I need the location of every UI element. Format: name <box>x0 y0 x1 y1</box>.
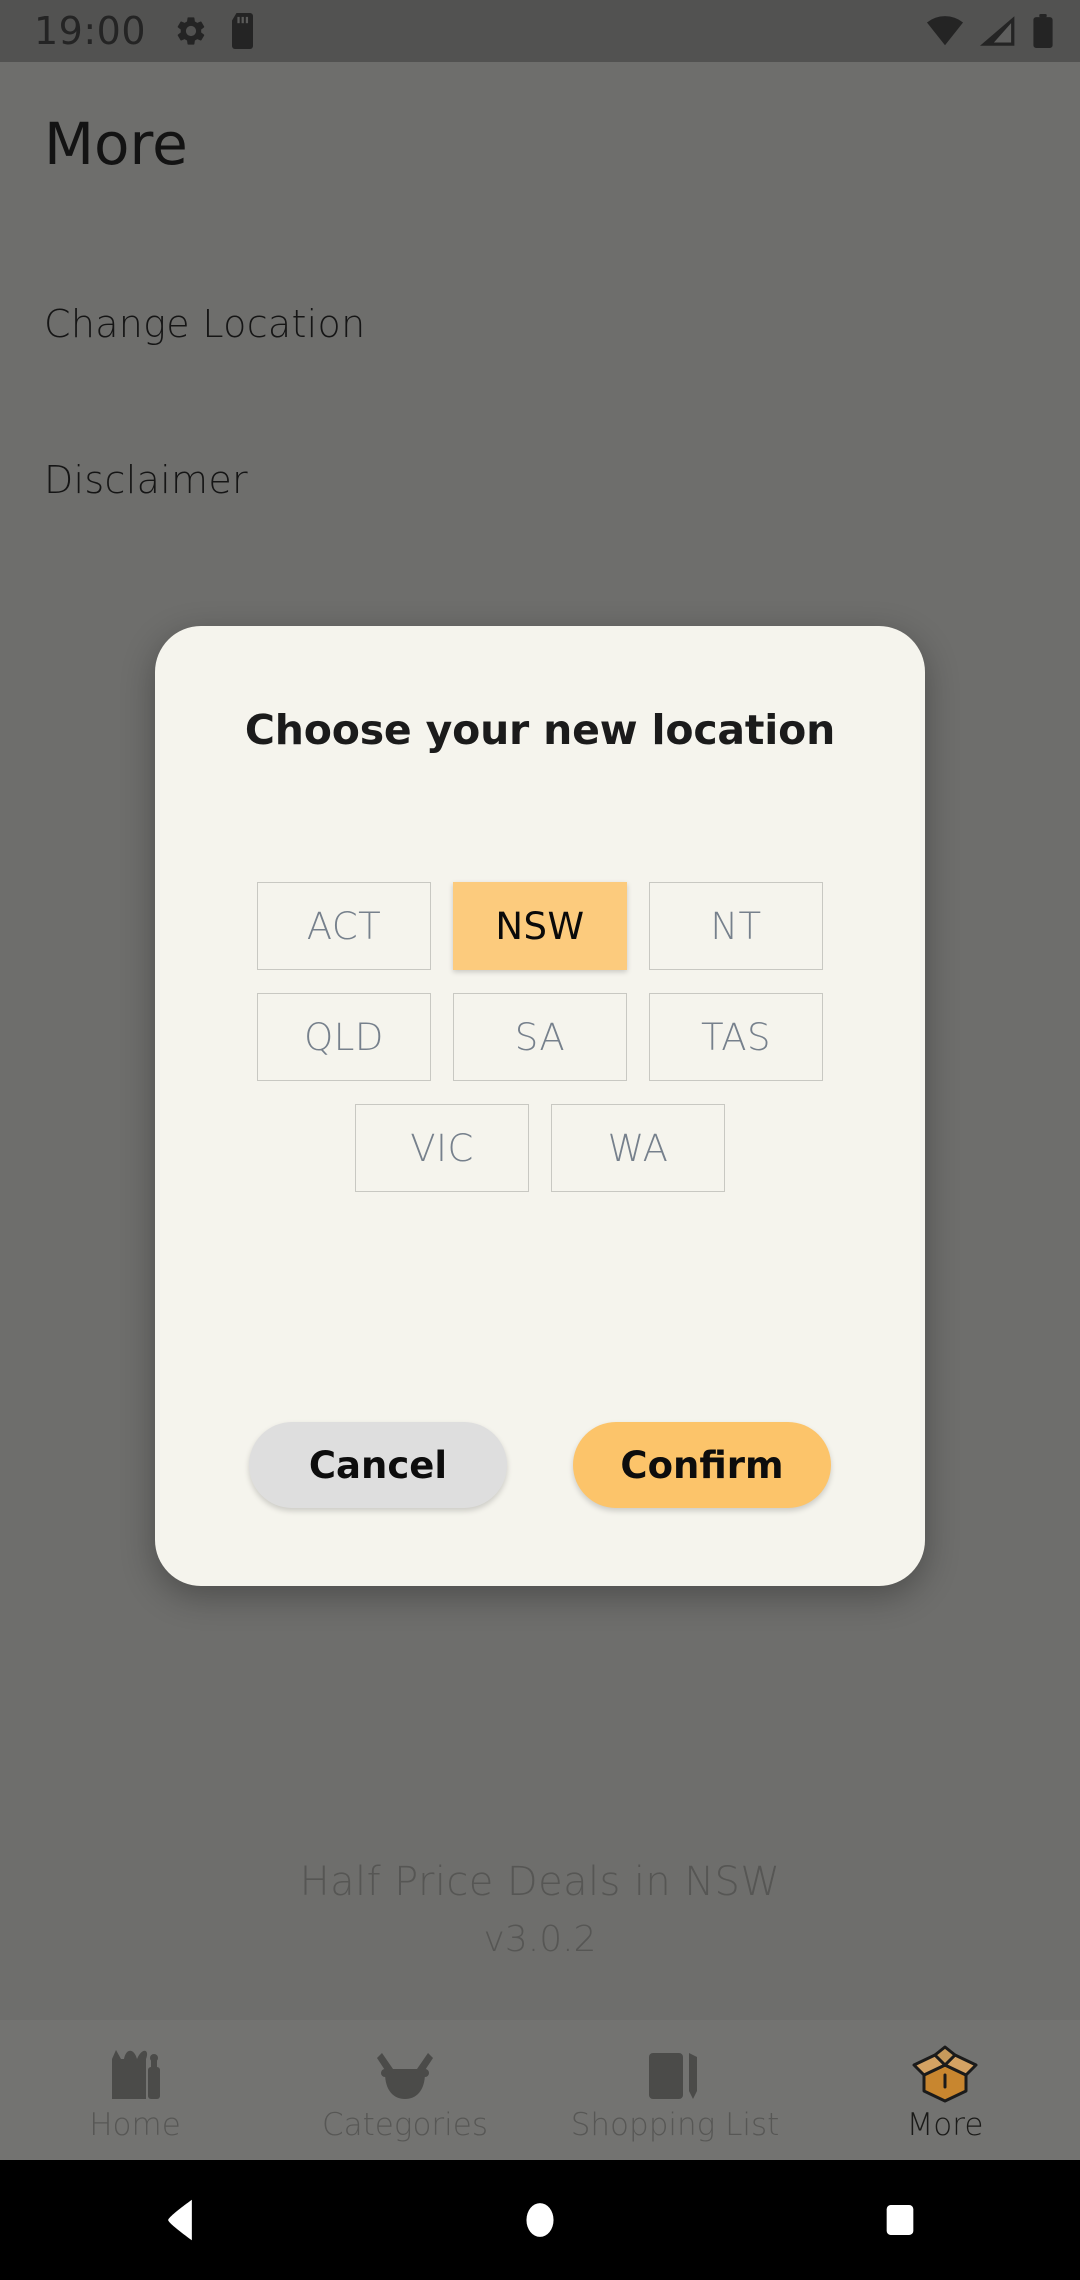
state-row-1: ACT NSW NT <box>155 882 925 970</box>
cancel-button[interactable]: Cancel <box>249 1422 507 1508</box>
back-icon[interactable] <box>0 2198 360 2242</box>
wifi-icon <box>926 16 964 46</box>
dialog-action-row: Cancel Confirm <box>155 1422 925 1508</box>
state-button-qld[interactable]: QLD <box>257 993 431 1081</box>
home-icon[interactable] <box>360 2198 720 2242</box>
state-button-tas[interactable]: TAS <box>649 993 823 1081</box>
status-left-icons <box>174 13 258 49</box>
status-clock: 19:00 <box>34 9 147 53</box>
status-right-icons <box>926 14 1054 48</box>
state-button-wa[interactable]: WA <box>551 1104 725 1192</box>
state-selector-grid: ACT NSW NT QLD SA TAS VIC WA <box>155 882 925 1215</box>
sd-card-icon <box>230 13 258 49</box>
recents-icon[interactable] <box>720 2198 1080 2242</box>
battery-icon <box>1032 14 1054 48</box>
change-location-dialog: Choose your new location ACT NSW NT QLD … <box>155 626 925 1586</box>
state-row-3: VIC WA <box>155 1104 925 1192</box>
state-button-act[interactable]: ACT <box>257 882 431 970</box>
state-button-nt[interactable]: NT <box>649 882 823 970</box>
status-bar: 19:00 <box>0 0 1080 62</box>
state-button-nsw[interactable]: NSW <box>453 882 627 970</box>
gear-icon <box>174 14 208 48</box>
cellular-signal-icon <box>980 16 1016 46</box>
phone-screen: More Change Location Disclaimer Half Pri… <box>0 0 1080 2280</box>
state-button-vic[interactable]: VIC <box>355 1104 529 1192</box>
state-button-sa[interactable]: SA <box>453 993 627 1081</box>
dialog-title: Choose your new location <box>244 706 836 754</box>
confirm-button[interactable]: Confirm <box>573 1422 831 1508</box>
state-row-2: QLD SA TAS <box>155 993 925 1081</box>
android-nav-bar <box>0 2160 1080 2280</box>
